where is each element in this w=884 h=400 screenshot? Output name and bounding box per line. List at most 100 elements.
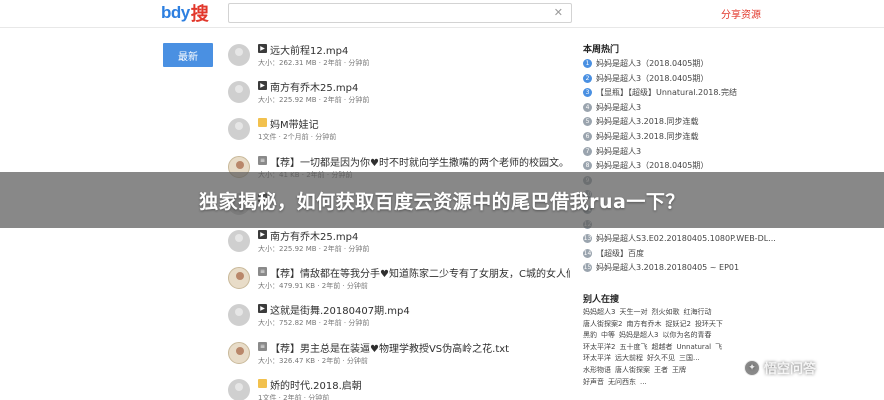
search-tag-link[interactable]: 黑豹 <box>583 331 597 339</box>
rank-badge: 3 <box>583 88 592 98</box>
search-tag-link[interactable]: 环太平洋 <box>583 354 611 362</box>
hot-item-label: 妈妈是超人3 <box>596 146 642 156</box>
file-thumbnail <box>228 44 250 66</box>
text-file-icon: ≡ <box>258 267 267 277</box>
search-input[interactable] <box>229 7 549 26</box>
file-name[interactable]: 远大前程12.mp4 <box>270 42 348 57</box>
file-meta: 大小：262.31 MB · 2年前 · 分钟前 <box>258 59 370 67</box>
search-tag-link[interactable]: 投环天下 <box>695 320 723 328</box>
file-row[interactable]: ≡ 【荐】情敌都在等我分手♥知道陈家二少专有了女朋友，C城的女人们都... 大小：4… <box>228 263 570 300</box>
file-name[interactable]: 妈M带娃记 <box>270 116 319 131</box>
file-name[interactable]: 娇的时代.2018.启朝 <box>270 377 362 392</box>
file-row[interactable]: ▶ 南方有乔木25.mp4 大小：225.92 MB · 2年前 · 分钟前 <box>228 226 568 263</box>
hot-item-label: 妈妈是超人3（2018.0405期） <box>596 161 709 171</box>
hot-item-label: 妈妈是超人3.2018.同步连载 <box>596 117 699 127</box>
rank-badge: 6 <box>583 131 592 141</box>
search-tag-link[interactable]: 烈火如歌 <box>651 308 679 316</box>
search-tag-link[interactable]: 好声音 <box>583 378 604 386</box>
search-tag-link[interactable]: 超越者 <box>651 343 672 351</box>
hot-list-item[interactable]: 7 妈妈是超人3 <box>583 145 783 160</box>
file-name[interactable]: 【荐】情敌都在等我分手♥知道陈家二少专有了女朋友，C城的女人们都... <box>270 265 570 280</box>
share-resource-link[interactable]: 分享资源 <box>721 6 761 21</box>
rank-badge: 5 <box>583 117 592 127</box>
search-tag-link[interactable]: Unnatural <box>676 343 711 351</box>
rank-badge: 15 <box>583 263 592 273</box>
hot-list-item[interactable]: 4 妈妈是超人3 <box>583 101 783 116</box>
hot-list-item[interactable]: 1 妈妈是超人3（2018.0405期） <box>583 57 783 72</box>
people-search-row: 环太平洋2 五十度飞 超越者 Unnatural 飞 <box>583 342 773 354</box>
hot-list-item[interactable]: 15 妈妈是超人3.2018.20180405 ~ EP01 <box>583 261 783 276</box>
search-tag-link[interactable]: 无问西东 <box>608 378 636 386</box>
logo-char: 搜 <box>190 4 209 24</box>
file-thumbnail <box>228 229 250 252</box>
rank-badge: 2 <box>583 73 592 83</box>
file-thumbnail <box>228 81 250 104</box>
file-name[interactable]: 【荐】男主总是在装逼♥物理学教授VS伪高岭之花.txt <box>270 340 509 355</box>
file-name[interactable]: 南方有乔木25.mp4 <box>270 79 358 94</box>
file-row[interactable]: 娇的时代.2018.启朝 1文件 · 2年前 · 分钟前 <box>228 375 568 400</box>
search-tag-link[interactable]: 以你为名的青春 <box>662 331 711 339</box>
search-tag-link[interactable]: 水形物语 <box>583 366 611 374</box>
rank-badge: 14 <box>583 248 592 258</box>
hot-list-item[interactable]: 3 【显瓶】【超级】Unnatural.2018.完结 <box>583 86 783 101</box>
file-thumbnail <box>228 341 250 364</box>
people-search-title: 别人在搜 <box>583 295 620 305</box>
latest-tab-button[interactable]: 最新 <box>163 43 213 67</box>
rank-badge: 8 <box>583 161 592 171</box>
clear-icon[interactable]: ✕ <box>554 6 563 19</box>
file-name[interactable]: 这就是街舞.20180407期.mp4 <box>270 302 410 317</box>
search-tag-link[interactable]: 五十度飞 <box>619 343 647 351</box>
hot-title: 本周热门 <box>583 45 620 55</box>
search-tag-link[interactable]: 王者 <box>654 366 668 374</box>
search-tag-link[interactable]: 三国... <box>679 354 700 362</box>
video-icon: ▶ <box>258 229 267 239</box>
hot-item-label: 【显瓶】【超级】Unnatural.2018.完结 <box>596 88 737 98</box>
hot-list-item[interactable]: 2 妈妈是超人3（2018.0405期） <box>583 72 783 87</box>
search-tag-link[interactable]: 王牌 <box>672 366 686 374</box>
hot-list-item[interactable]: 5 妈妈是超人3.2018.同步连载 <box>583 115 783 130</box>
hot-list-item[interactable]: 14 【超级】百度 <box>583 247 783 262</box>
search-tag-link[interactable]: 红海行动 <box>683 308 711 316</box>
file-meta: 大小：752.82 MB · 2年前 · 分钟前 <box>258 319 370 328</box>
rank-badge: 4 <box>583 102 592 112</box>
search-tag-link[interactable]: 天生一对 <box>619 308 647 316</box>
file-name[interactable]: 南方有乔木25.mp4 <box>270 228 358 243</box>
search-tag-link[interactable]: 远大前程 <box>615 354 643 362</box>
file-name[interactable]: 【荐】一切都是因为你♥时不时就向学生撒嘴的两个老师的校园文。.txt <box>270 154 570 169</box>
search-tag-link[interactable]: 妈妈超人3 <box>583 308 615 316</box>
hot-list-item[interactable]: 13 妈妈是超人S3.E02.20180405.1080P.WEB-DL... <box>583 232 783 247</box>
video-icon: ▶ <box>258 304 267 314</box>
title-banner: 独家揭秘，如何获取百度云资源中的尾巴借我rua一下？ <box>0 172 884 228</box>
search-tag-link[interactable]: 飞 <box>715 343 722 351</box>
search-tag-link[interactable]: 好久不见 <box>647 354 675 362</box>
file-thumbnail <box>228 378 250 400</box>
hot-item-label: 妈妈是超人3（2018.0405期） <box>596 59 709 68</box>
file-meta: 大小：479.91 KB · 2年前 · 分钟前 <box>258 282 368 291</box>
top-header: bdy 搜 ✕ 分享资源 <box>0 0 884 28</box>
search-tag-link[interactable]: 环太平洋2 <box>583 343 615 351</box>
hot-list: 1 妈妈是超人3（2018.0405期） 2 妈妈是超人3（2018.0405期） 3 【… <box>583 57 783 276</box>
search-tag-link[interactable]: 妈妈是超人3 <box>619 331 658 339</box>
search-tag-link[interactable]: 唐人街探案 <box>615 366 650 374</box>
rank-badge: 1 <box>583 59 592 68</box>
search-tag-link[interactable]: 南方有乔木 <box>626 320 661 328</box>
search-tag-link[interactable]: 中等 <box>601 331 615 339</box>
file-row[interactable]: ▶ 远大前程12.mp4 大小：262.31 MB · 2年前 · 分钟前 <box>228 40 568 77</box>
file-row[interactable]: ▶ 这就是街舞.20180407期.mp4 大小：752.82 MB · 2年前 ·… <box>228 300 568 337</box>
file-row[interactable]: 妈M带娃记 1文件 · 2个月前 · 分钟前 <box>228 114 568 151</box>
hot-list-item[interactable]: 6 妈妈是超人3.2018.同步连载 <box>583 130 783 145</box>
video-icon: ▶ <box>258 81 267 91</box>
folder-icon <box>258 378 267 388</box>
file-row[interactable]: ▶ 南方有乔木25.mp4 大小：225.92 MB · 2年前 · 分钟前 <box>228 77 568 114</box>
search-tag-link[interactable]: ... <box>640 378 647 386</box>
folder-icon <box>258 118 267 128</box>
text-file-icon: ≡ <box>258 341 267 351</box>
file-row[interactable]: ≡ 【荐】男主总是在装逼♥物理学教授VS伪高岭之花.txt 大小：326.47 KB… <box>228 338 568 375</box>
search-box[interactable]: ✕ <box>228 3 572 26</box>
file-thumbnail <box>228 267 250 290</box>
site-logo[interactable]: bdy 搜 <box>161 2 209 24</box>
people-search-row: 黑豹 中等 妈妈是超人3 以你为名的青春 <box>583 330 773 342</box>
search-tag-link[interactable]: 捉妖记2 <box>665 320 690 328</box>
rank-badge: 7 <box>583 146 592 156</box>
search-tag-link[interactable]: 唐人街探案2 <box>583 320 622 328</box>
